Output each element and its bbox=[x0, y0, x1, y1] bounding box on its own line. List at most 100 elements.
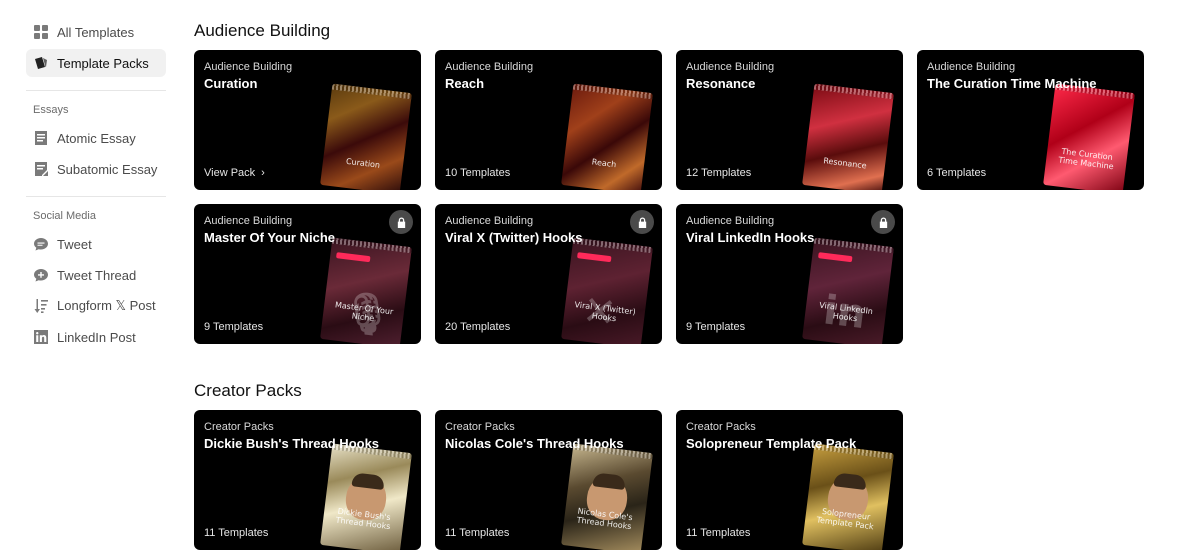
card-title: Viral X (Twitter) Hooks bbox=[445, 230, 583, 245]
sidebar-item-longform-post[interactable]: Longform 𝕏 Post bbox=[26, 292, 166, 320]
grid-icon bbox=[34, 25, 48, 39]
pack-card[interactable]: The Curation Time Machine Audience Buildi… bbox=[917, 50, 1144, 190]
pack-image: Resonance bbox=[802, 83, 894, 190]
chat-thread-icon bbox=[34, 268, 48, 282]
sidebar-item-label: LinkedIn Post bbox=[57, 329, 136, 345]
card-category: Audience Building bbox=[204, 61, 293, 73]
sidebar-divider bbox=[26, 196, 166, 197]
sort-icon bbox=[34, 299, 48, 313]
audience-building-grid: Curation Audience Building Curation View Pa… bbox=[194, 50, 1144, 344]
card-footer-text: View Pack bbox=[204, 167, 256, 179]
pack-image: ✕ Viral X (Twitter) Hooks bbox=[561, 237, 653, 344]
sidebar-item-label: Longform 𝕏 Post bbox=[57, 298, 156, 313]
pack-label: The Curation Time Machine bbox=[1057, 146, 1115, 172]
template-count: 20 Templates bbox=[445, 321, 510, 333]
sidebar-item-label: Atomic Essay bbox=[57, 130, 136, 146]
pack-badge bbox=[818, 252, 853, 263]
card-footer-text: 11 Templates bbox=[204, 527, 269, 539]
section-title-audience-building: Audience Building bbox=[194, 21, 331, 40]
pack-label: Nicolas Cole's Thread Hooks bbox=[576, 506, 634, 532]
card-footer-text: 9 Templates bbox=[204, 321, 264, 333]
card-footer-text: 12 Templates bbox=[686, 167, 752, 179]
card-title: Master Of Your Niche bbox=[204, 230, 335, 245]
essays-section-label: Essays bbox=[33, 104, 69, 116]
pack-card[interactable]: in Viral LinkedIn Hooks Audience Building V… bbox=[676, 204, 903, 344]
section-title-creator-packs: Creator Packs bbox=[194, 381, 302, 400]
lock-icon bbox=[871, 210, 895, 234]
card-category: Creator Packs bbox=[204, 421, 274, 433]
sidebar-item-label: Template Packs bbox=[57, 55, 149, 71]
sidebar-divider bbox=[26, 90, 166, 91]
card-title: Dickie Bush's Thread Hooks bbox=[204, 436, 380, 451]
card-footer-text: 9 Templates bbox=[686, 321, 746, 333]
pack-image: in Viral LinkedIn Hooks bbox=[802, 237, 894, 344]
card-category: Creator Packs bbox=[686, 421, 756, 433]
pack-card[interactable]: Resonance Audience Building Resonance 12 Te… bbox=[676, 50, 903, 190]
pack-card[interactable]: Reach Audience Building Reach 10 Templates bbox=[435, 50, 662, 190]
lock-icon bbox=[630, 210, 654, 234]
pack-badge bbox=[577, 252, 612, 263]
card-category: Audience Building bbox=[445, 61, 534, 73]
linkedin-icon bbox=[34, 330, 48, 344]
pack-card[interactable]: Solopreneur Template Pack Creator Packs So… bbox=[676, 410, 903, 550]
pack-card[interactable]: Nicolas Cole's Thread Hooks Creator Packs… bbox=[435, 410, 662, 550]
card-category: Creator Packs bbox=[445, 421, 515, 433]
creator-packs-grid: Dickie Bush's Thread Hooks Creator Packs D… bbox=[194, 410, 1144, 550]
app: All Templates Template Packs Essays Atom… bbox=[0, 0, 1200, 554]
card-category: Audience Building bbox=[204, 215, 293, 227]
card-title: Reach bbox=[445, 76, 485, 91]
pack-label: Reach bbox=[591, 157, 617, 170]
pack-card[interactable]: ✕ Viral X (Twitter) Hooks Audience Buildin… bbox=[435, 204, 662, 344]
card-footer-text: 6 Templates bbox=[927, 167, 987, 179]
template-count: 6 Templates bbox=[927, 167, 986, 179]
sidebar-item-tweet[interactable]: Tweet bbox=[26, 230, 166, 258]
view-pack-link[interactable]: View Pack › bbox=[204, 167, 265, 179]
chevron-right-icon: › bbox=[261, 167, 265, 179]
pack-image: The Curation Time Machine bbox=[1043, 83, 1135, 190]
pack-card[interactable]: 🎙 Master Of Your Niche Audience Building Ma… bbox=[194, 204, 421, 344]
card-category: Audience Building bbox=[686, 61, 775, 73]
card-footer-text: 11 Templates bbox=[445, 527, 510, 539]
sidebar-item-label: Tweet bbox=[57, 236, 92, 252]
document-icon bbox=[34, 131, 48, 145]
pack-label: Solopreneur Template Pack bbox=[815, 506, 875, 532]
packs-icon bbox=[34, 56, 48, 70]
template-count: 10 Templates bbox=[445, 167, 510, 179]
pack-badge bbox=[336, 252, 371, 263]
card-title: Viral LinkedIn Hooks bbox=[686, 230, 815, 245]
pack-image: Solopreneur Template Pack bbox=[802, 443, 894, 550]
card-footer-text: 20 Templates bbox=[445, 321, 511, 333]
sidebar-item-linkedin-post[interactable]: LinkedIn Post bbox=[26, 323, 166, 351]
pack-image: Reach bbox=[561, 83, 653, 190]
template-count: 9 Templates bbox=[686, 321, 745, 333]
card-category: Audience Building bbox=[927, 61, 1016, 73]
social-section-label: Social Media bbox=[33, 210, 96, 222]
template-count: 12 Templates bbox=[686, 167, 751, 179]
pack-image: Curation bbox=[320, 83, 412, 190]
card-title: Resonance bbox=[686, 76, 756, 91]
card-title: Curation bbox=[204, 76, 258, 91]
sidebar-item-label: Subatomic Essay bbox=[57, 161, 158, 177]
sidebar: All Templates Template Packs Essays Atom… bbox=[26, 18, 166, 354]
pack-label: Resonance bbox=[822, 156, 868, 171]
card-footer-text: 10 Templates bbox=[445, 167, 511, 179]
document-edit-icon bbox=[34, 162, 48, 176]
template-count: 11 Templates bbox=[204, 527, 268, 539]
card-title: Solopreneur Template Pack bbox=[686, 436, 857, 451]
sidebar-item-tweet-thread[interactable]: Tweet Thread bbox=[26, 261, 166, 289]
pack-card[interactable]: Curation Audience Building Curation View Pa… bbox=[194, 50, 421, 190]
card-title: The Curation Time Machine bbox=[927, 76, 1097, 91]
sidebar-item-template-packs[interactable]: Template Packs bbox=[26, 49, 166, 77]
pack-card[interactable]: Dickie Bush's Thread Hooks Creator Packs D… bbox=[194, 410, 421, 550]
template-count: 11 Templates bbox=[686, 527, 750, 539]
pack-label: Curation bbox=[345, 156, 381, 170]
card-footer-text: 11 Templates bbox=[686, 527, 751, 539]
lock-icon bbox=[389, 210, 413, 234]
sidebar-item-label: All Templates bbox=[57, 24, 135, 40]
sidebar-item-all-templates[interactable]: All Templates bbox=[26, 18, 166, 46]
card-category: Audience Building bbox=[686, 215, 775, 227]
sidebar-item-subatomic-essay[interactable]: Subatomic Essay bbox=[26, 155, 166, 183]
template-count: 9 Templates bbox=[204, 321, 263, 333]
sidebar-item-atomic-essay[interactable]: Atomic Essay bbox=[26, 124, 166, 152]
sidebar-item-label: Tweet Thread bbox=[57, 267, 137, 283]
